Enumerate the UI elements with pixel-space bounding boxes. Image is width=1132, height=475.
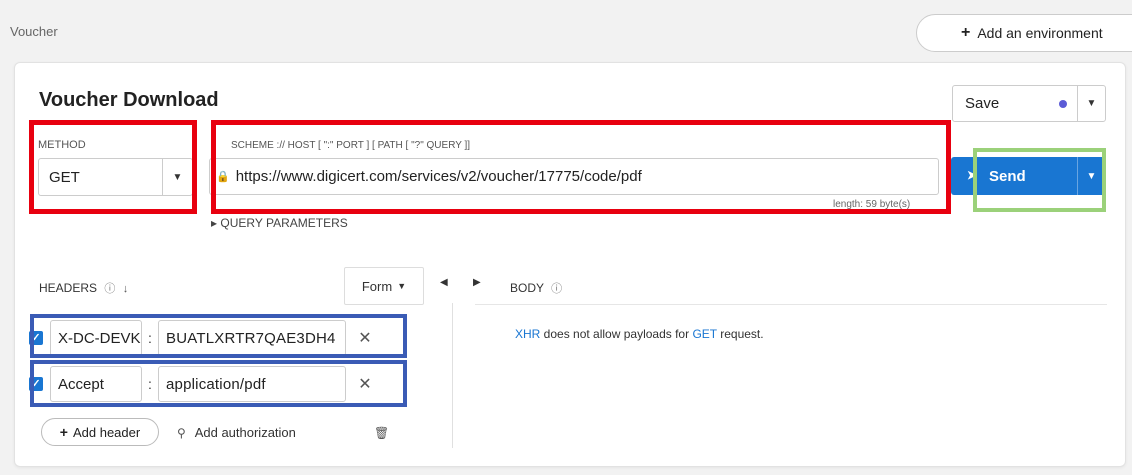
- remove-header-icon[interactable]: ✕: [346, 374, 384, 394]
- body-divider: [475, 304, 1107, 305]
- request-card: Voucher Download Save ▼ METHOD GET ▼ SCH…: [14, 62, 1126, 467]
- method-value: GET: [49, 168, 80, 186]
- save-label: Save: [965, 95, 1000, 112]
- save-button-group: Save ▼: [952, 85, 1106, 122]
- body-label: BODY: [510, 281, 544, 295]
- panel-divider: [452, 303, 453, 448]
- header-row: ✓ X-DC-DEVKEY : BUATLXRTR7QAE3DH4 ✕: [29, 319, 384, 357]
- header-enabled-checkbox[interactable]: ✓: [29, 331, 43, 345]
- get-link[interactable]: GET: [692, 327, 716, 341]
- query-parameters-label: QUERY PARAMETERS: [220, 216, 348, 230]
- header-name-input[interactable]: Accept: [50, 366, 142, 402]
- key-icon: ⚲: [177, 426, 186, 440]
- add-header-label: Add header: [72, 424, 141, 440]
- collapse-left-icon[interactable]: ◀: [440, 277, 448, 288]
- unsaved-dot-icon: [1059, 100, 1067, 108]
- breadcrumb: Voucher: [10, 24, 58, 39]
- add-header-button[interactable]: + Add header: [41, 418, 159, 446]
- chevron-down-icon: ▼: [172, 171, 183, 183]
- send-button-group: ➤ Send ▼: [951, 157, 1105, 195]
- chevron-down-icon: ▼: [397, 281, 407, 291]
- header-row: ✓ Accept : application/pdf ✕: [29, 365, 384, 403]
- url-value: https://www.digicert.com/services/v2/vou…: [235, 168, 642, 185]
- send-icon: ➤: [967, 168, 978, 182]
- url-length: length: 59 byte(s): [833, 199, 911, 210]
- query-parameters-toggle[interactable]: ▸ QUERY PARAMETERS: [211, 216, 348, 230]
- headers-section-title: HEADERS ⓘ ↓: [39, 280, 128, 296]
- url-format-label: SCHEME :// HOST [ ":" PORT ] [ PATH [ "?…: [231, 140, 471, 151]
- send-dropdown-toggle[interactable]: ▼: [1077, 157, 1105, 195]
- add-environment-button[interactable]: + Add an environment: [916, 14, 1132, 52]
- header-name-input[interactable]: X-DC-DEVKEY: [50, 320, 142, 356]
- body-message-text: does not allow payloads for: [540, 327, 693, 341]
- form-mode-dropdown[interactable]: Form ▼: [344, 267, 424, 305]
- remove-header-icon[interactable]: ✕: [346, 328, 384, 348]
- url-input[interactable]: 🔒 https://www.digicert.com/services/v2/v…: [209, 158, 939, 195]
- form-label: Form: [361, 278, 393, 294]
- expand-right-icon[interactable]: ▶: [473, 277, 481, 288]
- caret-right-icon: ▸: [211, 216, 218, 230]
- header-separator: :: [148, 330, 152, 346]
- headers-label: HEADERS: [39, 281, 98, 295]
- sort-icon[interactable]: ↓: [123, 283, 129, 295]
- header-enabled-checkbox[interactable]: ✓: [29, 377, 43, 391]
- send-label: Send: [989, 167, 1026, 185]
- body-message-end: request.: [716, 327, 764, 341]
- help-icon[interactable]: ⓘ: [551, 283, 562, 295]
- trash-icon[interactable]: 🗑: [374, 426, 389, 440]
- save-dropdown-toggle[interactable]: ▼: [1077, 86, 1105, 121]
- header-value-input[interactable]: BUATLXRTR7QAE3DH4: [158, 320, 346, 356]
- lock-icon: 🔒: [216, 171, 230, 183]
- method-dropdown-toggle[interactable]: ▼: [162, 159, 192, 195]
- method-label: METHOD: [38, 139, 86, 151]
- header-separator: :: [148, 376, 152, 392]
- plus-icon: +: [961, 24, 971, 41]
- chevron-down-icon: ▼: [1086, 98, 1097, 109]
- add-environment-label: Add an environment: [977, 25, 1103, 41]
- header-value-input[interactable]: application/pdf: [158, 366, 346, 402]
- save-button[interactable]: Save: [953, 86, 1077, 121]
- add-authorization-label: Add authorization: [194, 425, 296, 440]
- xhr-link[interactable]: XHR: [515, 327, 540, 341]
- plus-icon: +: [59, 424, 68, 440]
- body-section-title: BODY ⓘ: [510, 280, 562, 296]
- chevron-down-icon: ▼: [1086, 170, 1097, 182]
- request-title: Voucher Download: [39, 89, 219, 111]
- method-select[interactable]: GET ▼: [38, 158, 193, 196]
- add-authorization-link[interactable]: ⚲ Add authorization: [177, 425, 296, 440]
- send-button[interactable]: ➤ Send: [951, 157, 1077, 195]
- body-message: XHR does not allow payloads for GET requ…: [515, 327, 764, 341]
- help-icon[interactable]: ⓘ: [104, 283, 115, 295]
